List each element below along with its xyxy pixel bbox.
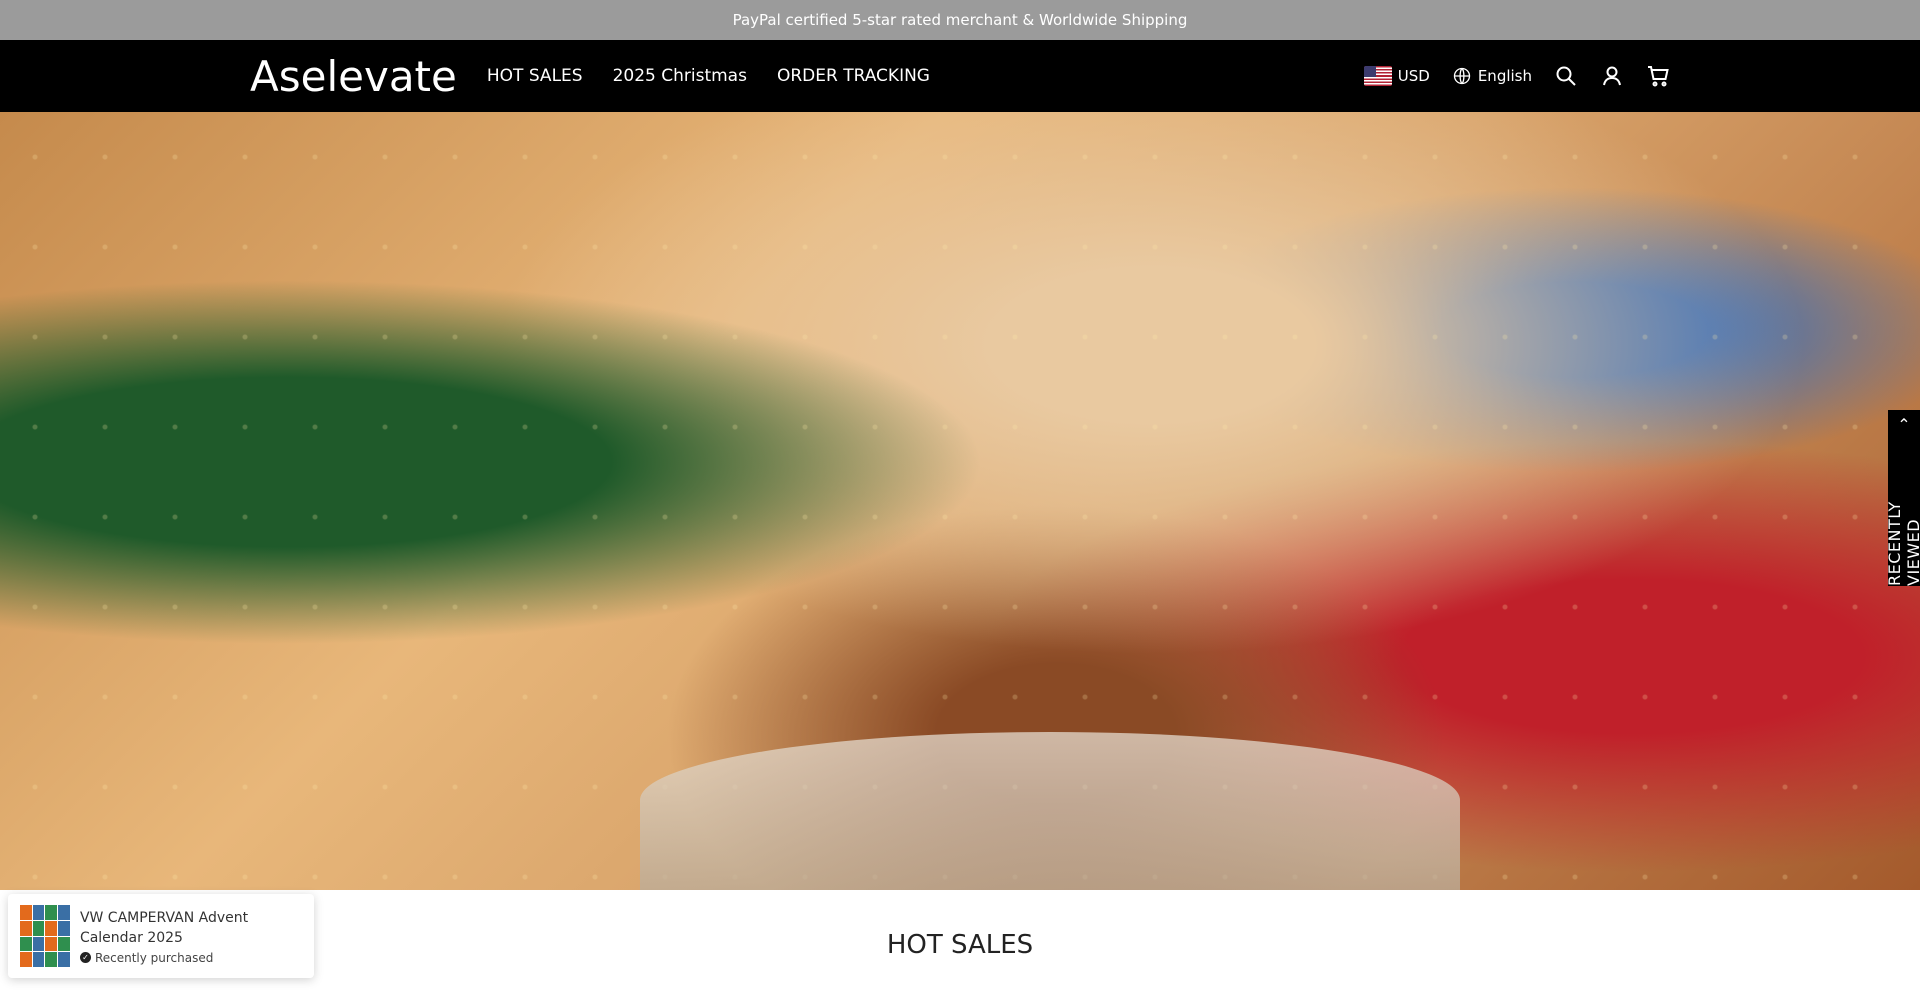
chevron-up-icon: ⌃ — [1897, 417, 1911, 434]
hero-banner[interactable]: ⌃ RECENTLY VIEWED — [0, 112, 1920, 890]
language-selector[interactable]: English — [1452, 66, 1532, 86]
site-logo[interactable]: Aselevate — [250, 52, 457, 101]
currency-label: USD — [1397, 67, 1430, 85]
popup-status-text: Recently purchased — [94, 950, 214, 965]
nav-order-tracking[interactable]: ORDER TRACKING — [777, 66, 930, 86]
product-thumbnail — [20, 905, 70, 967]
popup-product-name: VW CAMPERVAN Advent Calendar 2025 — [79, 909, 249, 946]
popup-text: VW CAMPERVAN Advent Calendar 2025 ✓ Rece… — [79, 908, 302, 965]
recently-viewed-label: RECENTLY VIEWED — [1885, 501, 1920, 586]
main-nav: HOT SALES 2025 Christmas ORDER TRACKING — [487, 66, 930, 86]
us-flag-icon — [1363, 66, 1392, 86]
hero-dinner-table — [640, 732, 1460, 890]
check-icon: ✓ — [79, 952, 91, 963]
language-label: English — [1477, 67, 1532, 85]
site-header: Aselevate HOT SALES 2025 Christmas ORDER… — [0, 40, 1920, 112]
cart-icon[interactable] — [1646, 64, 1670, 88]
recently-viewed-tab[interactable]: ⌃ RECENTLY VIEWED — [1885, 410, 1920, 586]
header-actions: USD English — [1363, 64, 1670, 88]
popup-status: ✓ Recently purchased — [79, 950, 302, 965]
nav-hot-sales[interactable]: HOT SALES — [487, 66, 583, 86]
recent-purchase-popup[interactable]: VW CAMPERVAN Advent Calendar 2025 ✓ Rece… — [8, 894, 314, 978]
announcement-text: PayPal certified 5-star rated merchant &… — [732, 11, 1188, 29]
announcement-bar: PayPal certified 5-star rated merchant &… — [0, 0, 1920, 40]
nav-2025-christmas[interactable]: 2025 Christmas — [613, 66, 747, 86]
search-icon[interactable] — [1554, 64, 1578, 88]
account-icon[interactable] — [1600, 64, 1624, 88]
currency-selector[interactable]: USD — [1363, 66, 1430, 86]
globe-icon — [1452, 66, 1472, 86]
